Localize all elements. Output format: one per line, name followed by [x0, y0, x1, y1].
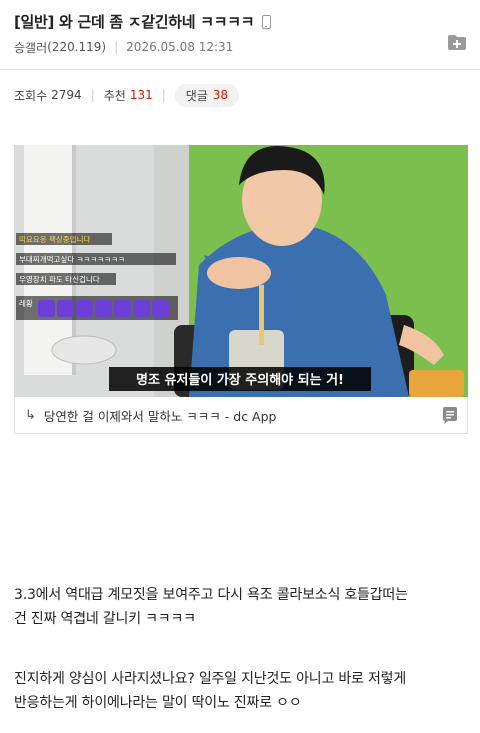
robot-vacuum	[51, 335, 117, 365]
video-frame: 띠요요옹 팩상중입니다 부대찌개먹고싶다 ㅋㅋㅋㅋㅋㅋㅋ 우영장치 파도 타신겁…	[14, 145, 468, 397]
post-header: [일반] 와 근데 좀 ㅈ같긴하네 ㅋㅋㅋㅋ 승갤러 (220.119) | 2…	[0, 0, 480, 70]
post-meta: 승갤러 (220.119) | 2026.05.08 12:31	[14, 38, 233, 56]
post-paragraph: 3.3에서 역대급 계모짓을 보여주고 다시 욕조 콜라보소식 호들갑떠는 건 …	[14, 583, 472, 631]
emote-icon	[114, 300, 131, 317]
post-stats: 조회수 2794 | 추천 131 | 댓글 38	[14, 83, 240, 107]
paragraph-line: 반응하는게 하이에나라는 말이 딱이노 진짜로 ㅇㅇ	[14, 695, 302, 711]
emote-icon	[57, 300, 74, 317]
video-thumbnail[interactable]: 띠요요옹 팩상중입니다 부대찌개먹고싶다 ㅋㅋㅋㅋㅋㅋㅋ 우영장치 파도 타신겁…	[14, 145, 468, 397]
post-title: [일반] 와 근데 좀 ㅈ같긴하네 ㅋㅋㅋㅋ	[14, 12, 255, 31]
paragraph-line: 건 진짜 역겹네 갈니키 ㅋㅋㅋㅋ	[14, 611, 196, 627]
emote-icon	[38, 300, 55, 317]
emote-icon	[76, 300, 93, 317]
views-count: 2794	[51, 88, 82, 102]
views-label: 조회수	[14, 88, 48, 103]
video-caption: 명조 유저들이 가장 주의해야 되는 거!	[136, 372, 344, 388]
post-paragraph: 진지하게 양심이 사라지셨나요? 일주일 지난것도 아니고 바로 저렇게 반응하…	[14, 667, 472, 715]
paragraph-line: 3.3에서 역대급 계모짓을 보여주고 다시 욕조 콜라보소식 호들갑떠는	[14, 587, 408, 603]
hand	[207, 257, 271, 289]
folder-add-icon[interactable]	[447, 34, 467, 51]
link-arrow-icon: ↳	[25, 407, 36, 423]
stats-divider: |	[161, 88, 166, 102]
paragraph-line: 진지하게 양심이 사라지셨나요? 일주일 지난것도 아니고 바로 저렇게	[14, 671, 407, 687]
comments-button[interactable]: 댓글 38	[174, 83, 240, 107]
emote-icon	[133, 300, 150, 317]
emote-icon	[95, 300, 112, 317]
snack	[409, 370, 464, 397]
comments-label: 댓글	[185, 88, 208, 103]
chat-line: 레황	[19, 298, 33, 308]
mobile-phone-icon	[262, 15, 272, 29]
post-date: 2026.05.08 12:31	[126, 40, 234, 54]
recommend-label: 추천	[103, 88, 126, 103]
stats-divider: |	[90, 88, 95, 102]
meta-divider: |	[114, 40, 119, 54]
author-ip: (220.119)	[47, 40, 107, 54]
linked-post-title[interactable]: 당연한 걸 이제와서 말하노 ㅋㅋㅋ - dc App	[44, 406, 277, 425]
emote-row	[38, 300, 169, 317]
document-icon[interactable]	[442, 407, 458, 424]
chat-line: 우영장치 파도 타신겁니다	[19, 274, 100, 284]
author-name[interactable]: 승갤러	[14, 39, 47, 56]
linked-post[interactable]: ↳ 당연한 걸 이제와서 말하노 ㅋㅋㅋ - dc App	[14, 397, 468, 434]
chat-line: 띠요요옹 팩상중입니다	[19, 234, 90, 244]
emote-icon	[152, 300, 169, 317]
recommend-count: 131	[129, 88, 153, 102]
title-row: [일반] 와 근데 좀 ㅈ같긴하네 ㅋㅋㅋㅋ	[14, 10, 466, 32]
comments-count: 38	[212, 88, 229, 102]
chat-line: 부대찌개먹고싶다 ㅋㅋㅋㅋㅋㅋㅋ	[19, 254, 125, 264]
straw	[259, 285, 264, 345]
